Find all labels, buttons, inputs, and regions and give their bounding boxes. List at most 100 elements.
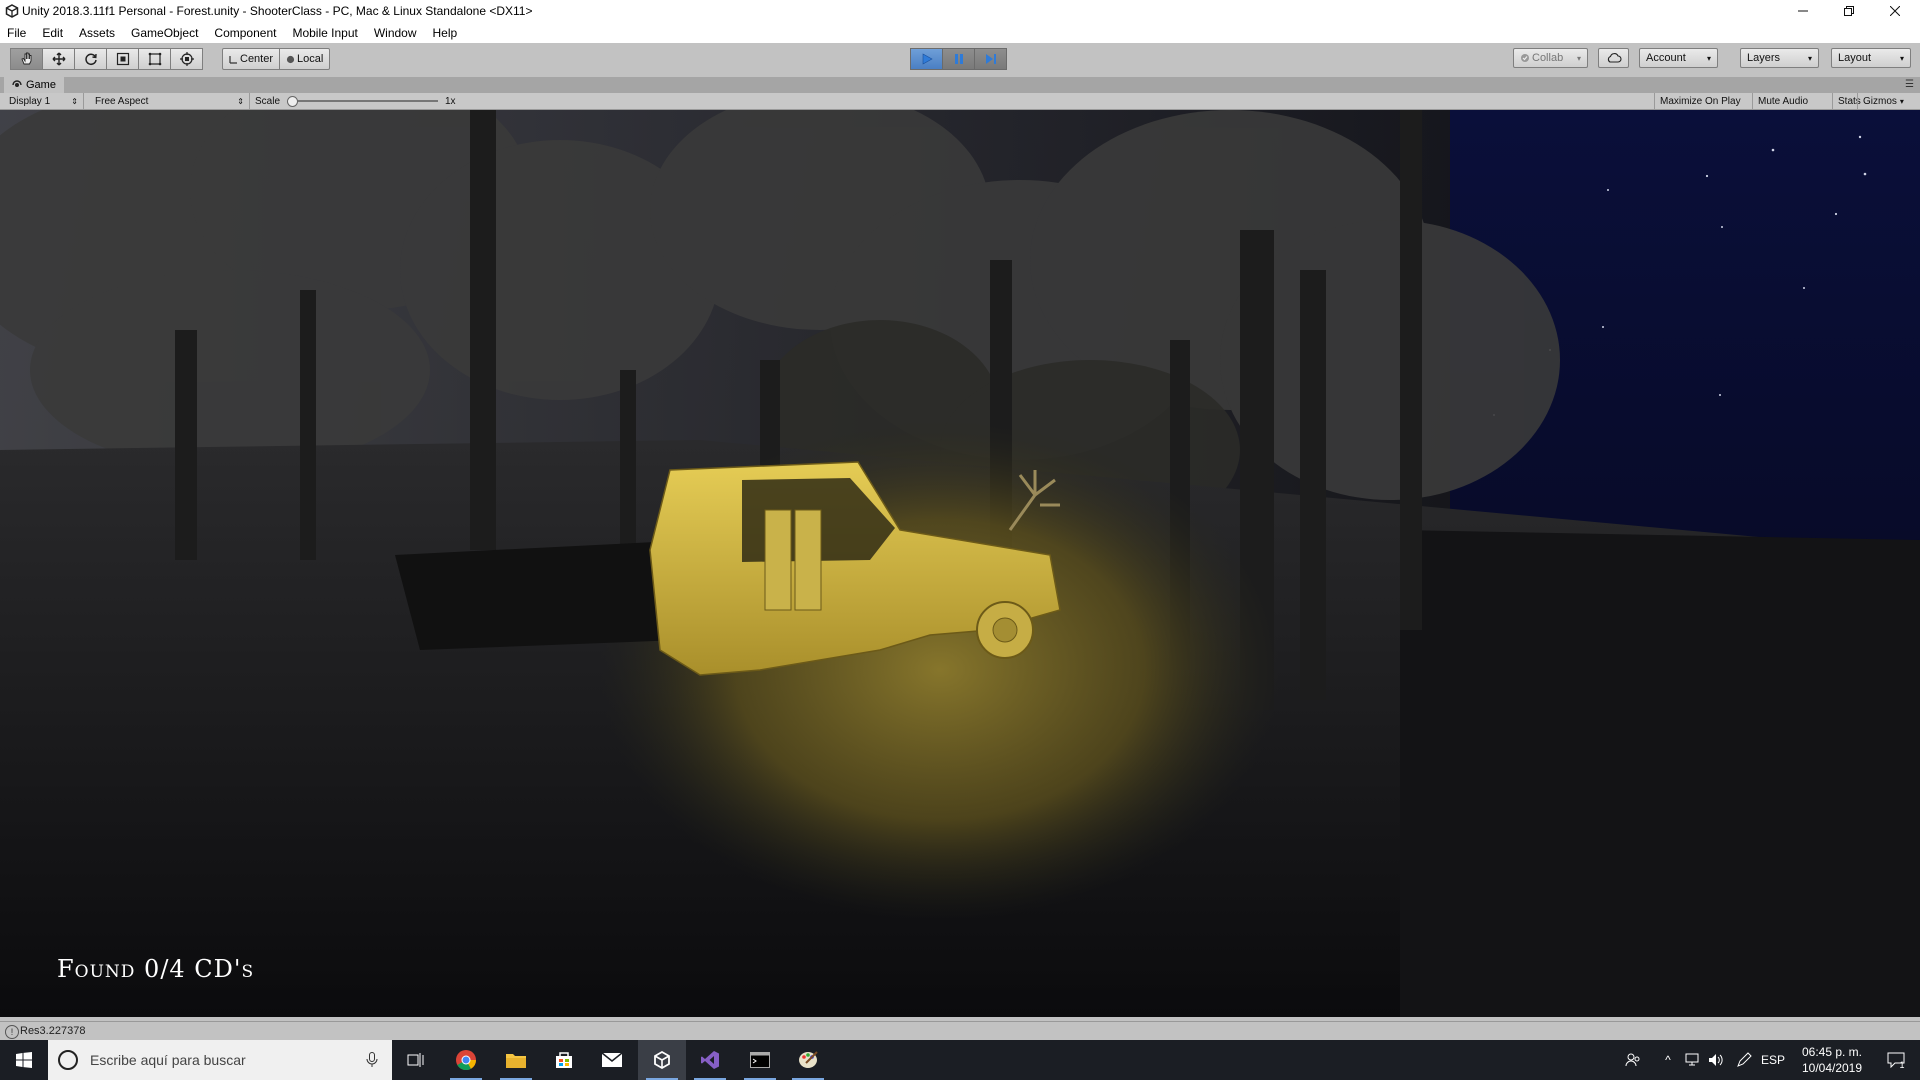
mail-taskbar-button[interactable] (588, 1040, 636, 1080)
display-dropdown[interactable]: Display 1 ⇕ (0, 93, 84, 109)
pivot-toggles: Center Local (222, 48, 331, 70)
account-dropdown[interactable]: Account ▾ (1639, 48, 1718, 68)
rotate-tool-button[interactable] (74, 48, 106, 70)
game-controller-icon (12, 80, 22, 87)
taskbar-search[interactable]: Escribe aquí para buscar (48, 1040, 392, 1080)
console-message[interactable]: Res3.227378 (20, 1025, 85, 1037)
panel-menu-icon[interactable]: ☰ (1905, 79, 1914, 90)
volume-icon (1709, 1054, 1723, 1066)
step-icon (985, 54, 996, 64)
hand-tool-button[interactable] (10, 48, 42, 70)
scale-slider-track[interactable] (292, 100, 438, 102)
rect-tool-button[interactable] (138, 48, 170, 70)
local-globe-icon (286, 55, 295, 63)
step-button[interactable] (974, 48, 1007, 70)
pivot-icon (229, 55, 237, 64)
task-view-icon (407, 1053, 424, 1067)
pivot-local-label: Local (297, 53, 324, 65)
network-tray-button[interactable] (1680, 1040, 1704, 1080)
menu-assets[interactable]: Assets (71, 26, 123, 40)
chevron-down-icon: ▾ (1576, 53, 1581, 63)
unity-logo-icon (5, 4, 19, 18)
maximize-on-play-toggle[interactable]: Maximize On Play (1654, 93, 1746, 109)
menu-edit[interactable]: Edit (34, 26, 71, 40)
menu-window[interactable]: Window (366, 26, 425, 40)
minimize-icon (1798, 10, 1808, 12)
scale-slider-thumb[interactable] (287, 96, 298, 107)
chevron-down-icon: ▾ (1706, 53, 1711, 63)
menu-gameobject[interactable]: GameObject (123, 26, 206, 40)
search-placeholder: Escribe aquí para buscar (90, 1052, 246, 1068)
language-label: ESP (1760, 1053, 1785, 1067)
transform-tool-icon (179, 52, 194, 66)
move-tool-button[interactable] (42, 48, 74, 70)
scale-label: Scale (255, 95, 281, 107)
game-view-toolbar: Display 1 ⇕ Free Aspect ⇕ Scale 1x Maxim… (0, 93, 1920, 110)
vs-taskbar-button[interactable] (686, 1040, 734, 1080)
aspect-dropdown[interactable]: Free Aspect ⇕ (90, 93, 250, 109)
collab-label: Collab (1532, 52, 1564, 64)
gizmos-dropdown[interactable]: Gizmos ▾ (1857, 93, 1909, 109)
tab-game[interactable]: Game (4, 77, 64, 93)
pause-icon (954, 54, 963, 64)
rect-tool-icon (148, 52, 161, 66)
hand-tool-icon (20, 52, 31, 65)
scale-tool-icon (116, 52, 129, 66)
volume-tray-button[interactable] (1704, 1040, 1728, 1080)
game-viewport[interactable]: Found 0/4 CD's (0, 110, 1920, 1017)
chevron-down-icon: ▾ (1807, 53, 1812, 63)
close-button[interactable] (1872, 0, 1918, 22)
menu-component[interactable]: Component (206, 26, 284, 40)
cloud-button[interactable] (1598, 48, 1629, 68)
clock-time: 06:45 p. m. (1801, 1045, 1863, 1059)
start-button[interactable] (0, 1040, 48, 1080)
explorer-taskbar-button[interactable] (492, 1040, 540, 1080)
title-bar: Unity 2018.3.11f1 Personal - Forest.unit… (0, 0, 1920, 22)
show-hidden-icons-button[interactable]: ^ (1656, 1040, 1680, 1080)
transform-tool-button[interactable] (170, 48, 203, 70)
paint-taskbar-button[interactable] (784, 1040, 832, 1080)
taskbar-clock[interactable]: 06:45 p. m. 10/04/2019 (1790, 1044, 1874, 1076)
language-indicator[interactable]: ESP (1758, 1040, 1788, 1080)
unity-taskbar-button[interactable] (638, 1040, 686, 1080)
terminal-taskbar-button[interactable] (736, 1040, 784, 1080)
menu-file[interactable]: File (0, 26, 34, 40)
menu-help[interactable]: Help (425, 26, 466, 40)
store-icon (556, 1052, 572, 1068)
mute-audio-toggle[interactable]: Mute Audio (1752, 93, 1813, 109)
microphone-icon[interactable] (366, 1052, 378, 1068)
menu-mobile-input[interactable]: Mobile Input (284, 26, 365, 40)
pen-tray-button[interactable] (1732, 1040, 1756, 1080)
restore-button[interactable] (1826, 0, 1872, 22)
pivot-center-button[interactable]: Center (222, 48, 281, 70)
cortana-icon (58, 1050, 78, 1070)
scale-tool-button[interactable] (106, 48, 138, 70)
layout-dropdown[interactable]: Layout ▾ (1831, 48, 1911, 68)
pause-button[interactable] (942, 48, 974, 70)
game-tab-label: Game (26, 79, 56, 91)
display-label: Display 1 (9, 95, 51, 107)
window-title: Unity 2018.3.11f1 Personal - Forest.unit… (22, 4, 533, 18)
layout-label: Layout (1838, 52, 1872, 64)
pivot-local-button[interactable]: Local (280, 48, 331, 70)
collab-dropdown[interactable]: Collab ▾ (1513, 48, 1588, 68)
layers-dropdown[interactable]: Layers ▾ (1740, 48, 1819, 68)
chrome-icon (456, 1050, 477, 1071)
play-button[interactable] (910, 48, 942, 70)
action-center-button[interactable]: 1 (1878, 1040, 1914, 1080)
minimize-button[interactable] (1780, 0, 1826, 22)
game-tab-bar: Game ☰ (0, 77, 1920, 93)
notification-count: 1 (1899, 1060, 1905, 1070)
task-view-button[interactable] (392, 1040, 440, 1080)
people-tray-button[interactable] (1620, 1040, 1646, 1080)
close-icon (1890, 6, 1900, 16)
pivot-center-label: Center (240, 53, 274, 65)
windows-taskbar: Escribe aquí para buscar ^ ESP 06:45 p. … (0, 1040, 1920, 1080)
chrome-taskbar-button[interactable] (442, 1040, 490, 1080)
move-tool-icon (52, 52, 65, 66)
store-taskbar-button[interactable] (540, 1040, 588, 1080)
updown-arrows-icon: ⇕ (237, 96, 244, 106)
menu-bar: File Edit Assets GameObject Component Mo… (0, 22, 1920, 43)
play-icon (922, 53, 933, 65)
playback-controls (910, 48, 1007, 70)
